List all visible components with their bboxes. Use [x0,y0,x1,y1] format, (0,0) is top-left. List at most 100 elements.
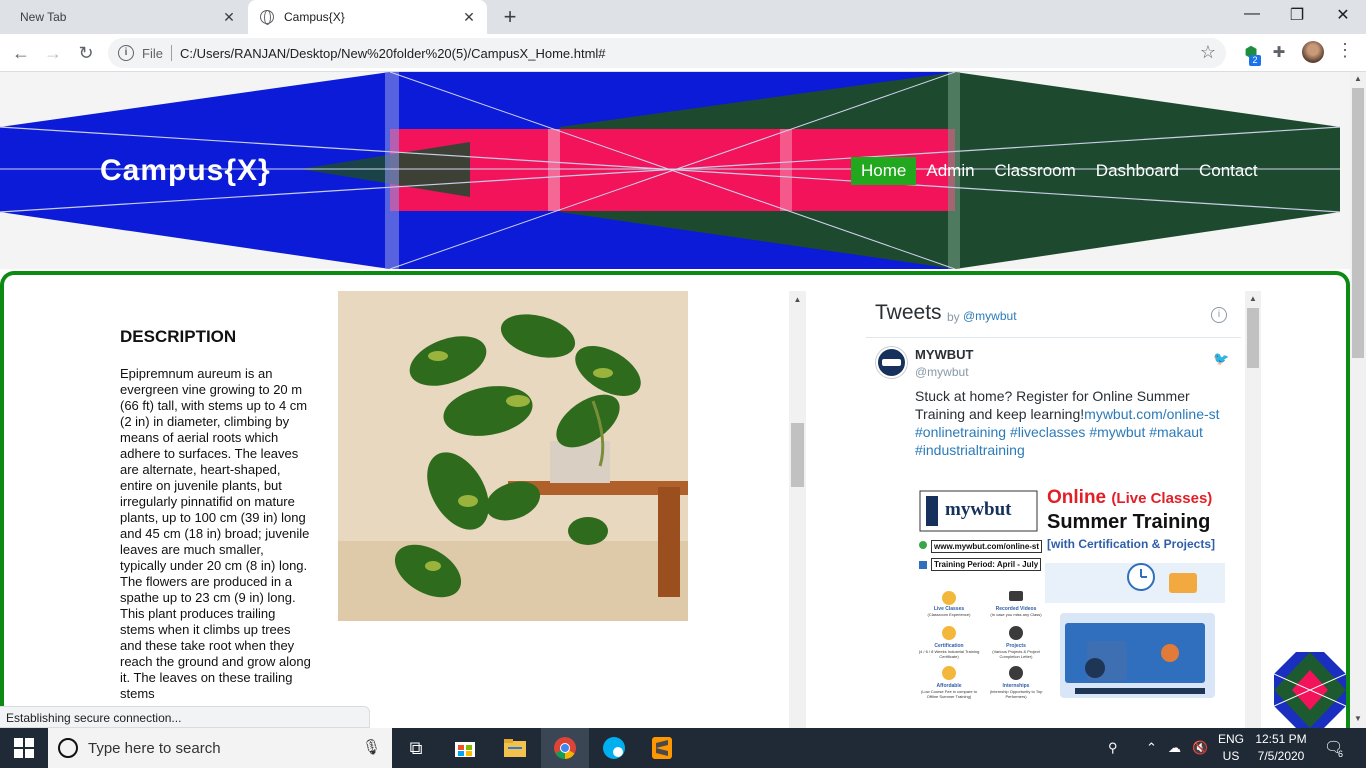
promo-feature-sub: (Internship Opportunity to Top Performer… [989,689,1043,699]
scroll-down-icon[interactable]: ▼ [1350,714,1366,723]
nav-home[interactable]: Home [851,157,917,185]
main-nav: Home Admin Classroom Dashboard Contact [851,157,1268,185]
forward-icon[interactable]: → [41,41,65,65]
close-tab-icon[interactable]: ✕ [221,9,237,25]
volume-muted-icon[interactable]: 🔇 [1192,728,1208,768]
tab-title: New Tab [20,10,67,24]
tab-campusx[interactable]: Campus{X} ✕ [248,0,487,34]
clock-date: 7/5/2020 [1257,749,1305,763]
skype-icon[interactable] [590,728,638,768]
promo-feature-sub: (Classroom Experience) [927,612,971,617]
close-window-icon[interactable]: ✕ [1323,5,1363,25]
tab-title: Campus{X} [284,10,345,24]
info-icon[interactable]: i [1211,307,1227,323]
people-icon[interactable]: ⚲ [1108,728,1118,768]
tweet-author-name[interactable]: MYWBUT [915,347,974,362]
tweet-hashtags[interactable]: #onlinetraining #liveclasses #mywbut #ma… [915,424,1203,458]
avatar[interactable] [876,347,907,378]
back-icon[interactable]: ← [9,41,33,65]
clock-time: 12:51 PM [1255,732,1307,746]
network-icon[interactable]: ☁ [1168,728,1181,768]
web-page: Campus{X} Home Admin Classroom Dashboard… [0,72,1350,728]
promo-subheadline: Summer Training [1047,511,1211,533]
promo-headline-live: (Live Classes) [1111,490,1213,507]
tweet-text: Stuck at home? Register for Online Summe… [915,387,1225,459]
url-text[interactable]: C:/Users/RANJAN/Desktop/New%20folder%20(… [180,46,606,61]
tweets-heading: Tweets [875,301,942,324]
file-explorer-icon[interactable] [491,728,539,768]
promo-tagline: [with Certification & Projects] [1047,537,1216,551]
scrollbar-thumb[interactable] [1247,308,1259,368]
menu-kebab-icon[interactable]: ⋮ [1336,40,1354,61]
info-icon[interactable]: i [118,45,134,61]
embedded-scrollbar[interactable]: ▲ [789,291,806,728]
tray-chevron-icon[interactable]: ⌃ [1146,728,1157,768]
globe-icon [260,10,274,25]
promo-period: Training Period: April - July [931,558,1042,571]
site-header: Campus{X} Home Admin Classroom Dashboard… [0,72,1350,269]
microphone-icon[interactable]: 🎙 [362,738,381,756]
twitter-timeline: Tweets by @mywbut i MYWBUT @mywbut 🐦 Stu… [866,291,1241,728]
nav-contact[interactable]: Contact [1189,157,1268,185]
plant-image [338,291,688,621]
site-brand[interactable]: Campus{X} [100,154,271,188]
bookmark-star-icon[interactable]: ☆ [1200,42,1216,63]
content-frame: DESCRIPTION Epipremnum aureum is an ever… [0,271,1350,728]
promo-feature-sub: (Various Projects & Project Completion L… [992,649,1040,659]
scroll-up-icon[interactable]: ▲ [1245,294,1261,303]
restore-icon[interactable]: ❐ [1277,5,1317,25]
cortana-icon [58,738,78,758]
reload-icon[interactable]: ↻ [74,41,98,65]
tweet-link[interactable]: mywbut.com/online-st [1084,406,1219,422]
nav-classroom[interactable]: Classroom [985,157,1086,185]
extensions-puzzle-icon[interactable]: ✚ [1268,42,1290,64]
tweet-promo-image[interactable]: mywbut Online (Live Classes) Summer Trai… [915,483,1229,728]
new-tab-button[interactable]: + [498,4,522,30]
promo-website: www.mywbut.com/online-st [931,540,1043,553]
profile-avatar[interactable] [1302,41,1324,63]
tab-strip: New Tab ✕ Campus{X} ✕ + — ❐ ✕ [0,0,1366,34]
system-clock[interactable]: 12:51 PM 7/5/2020 [1254,731,1308,765]
corner-widget-icon[interactable] [1273,652,1347,728]
scrollbar-thumb[interactable] [1352,88,1364,358]
browser-toolbar: ← → ↻ i File C:/Users/RANJAN/Desktop/New… [0,34,1366,72]
windows-start-icon[interactable] [14,738,34,758]
twitter-scrollbar[interactable]: ▲ [1245,291,1261,728]
divider [866,337,1241,338]
page-scrollbar[interactable]: ▲ ▼ [1350,72,1366,728]
tweet-author-handle[interactable]: @mywbut [915,365,969,379]
browser-status-bubble: Establishing secure connection... [0,706,370,728]
scroll-up-icon[interactable]: ▲ [1350,74,1366,83]
nav-dashboard[interactable]: Dashboard [1086,157,1189,185]
scheme-label: File [142,46,163,61]
taskbar-search-box[interactable]: Type here to search 🎙 [48,728,392,768]
close-tab-icon[interactable]: ✕ [461,9,477,25]
notifications-icon[interactable]: 🗨 [1324,728,1343,768]
nav-admin[interactable]: Admin [916,157,984,185]
twitter-bird-icon[interactable]: 🐦 [1213,351,1229,366]
minimize-icon[interactable]: — [1232,5,1272,23]
scrollbar-thumb[interactable] [791,423,804,487]
sublime-text-icon[interactable] [638,728,686,768]
language-code: ENG [1218,732,1245,746]
promo-headline: Online (Live Classes) [1047,487,1212,509]
extension-badge: 2 [1249,55,1261,66]
promo-feature-sub: (In case you miss any Class) [990,612,1042,617]
region-code: US [1222,749,1240,763]
search-placeholder: Type here to search [88,740,221,757]
chrome-icon[interactable] [541,728,589,768]
windows-taskbar: Type here to search 🎙 ⧉ ⚲ ⌃ ☁ 🔇 ENG US 1… [0,728,1366,768]
language-indicator[interactable]: ENG US [1218,731,1244,765]
tab-new-tab[interactable]: New Tab ✕ [0,0,247,34]
notification-count: 6 [1338,749,1344,759]
promo-headline-online: Online [1047,487,1107,508]
promo-feature-sub: (4 / 6 / 8 Weeks Industrial Training Cer… [918,649,980,659]
task-view-icon[interactable]: ⧉ [392,728,440,768]
address-bar[interactable]: i File C:/Users/RANJAN/Desktop/New%20fol… [108,38,1226,68]
description-text: Epipremnum aureum is an evergreen vine g… [120,366,311,701]
store-icon[interactable] [441,728,489,768]
scroll-up-icon[interactable]: ▲ [789,295,806,304]
tweets-handle-link[interactable]: @mywbut [963,309,1017,323]
description-title: DESCRIPTION [120,327,237,346]
promo-logo: mywbut [945,499,1012,520]
